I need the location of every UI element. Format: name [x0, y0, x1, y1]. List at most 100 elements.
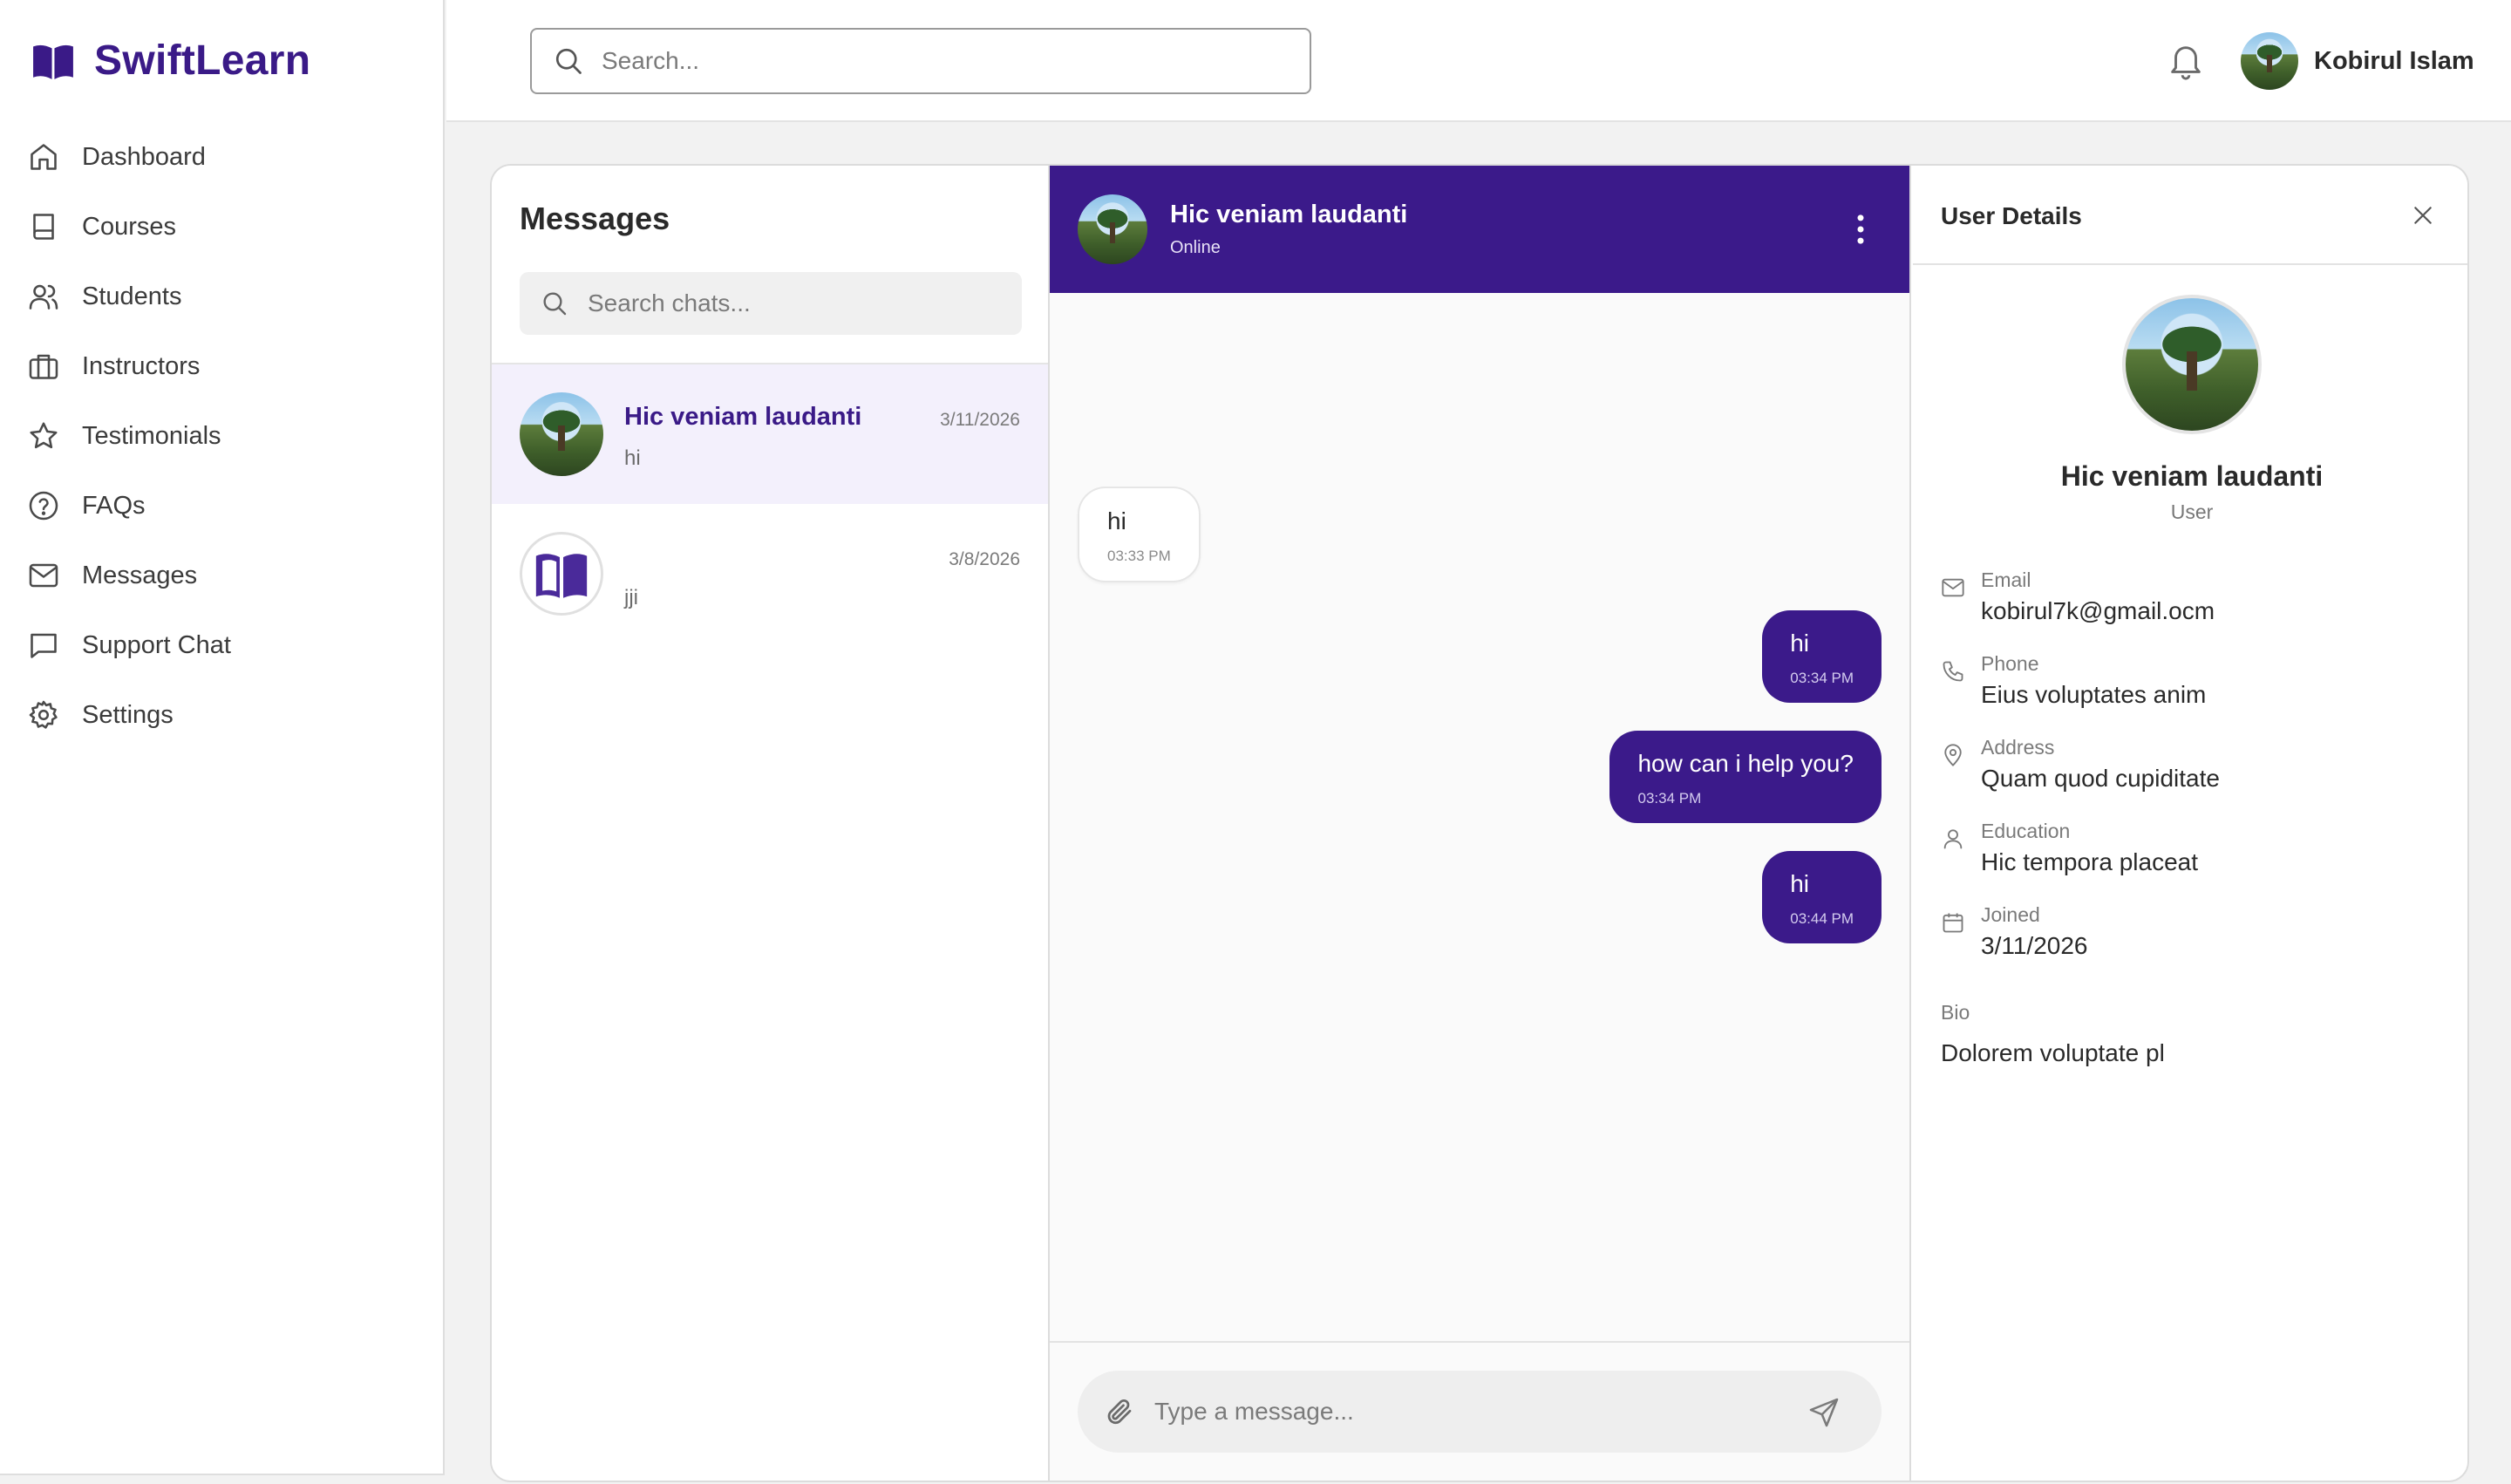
message-text: hi	[1107, 507, 1126, 534]
message-text: hi	[1790, 630, 1810, 657]
message-time: 03:44 PM	[1790, 910, 1854, 927]
chat-list-panel: Messages Hic veniam laudanti hi 3/11/202…	[492, 166, 1050, 1481]
user-details-panel: User Details Hic veniam laudanti User Em…	[1913, 166, 2467, 1481]
sidebar-item-support-chat[interactable]: Support Chat	[28, 610, 420, 680]
sidebar-item-dashboard[interactable]: Dashboard	[28, 122, 420, 192]
sidebar-item-faqs[interactable]: FAQs	[28, 471, 420, 541]
detail-joined: Joined 3/11/2026	[1941, 903, 2446, 960]
chat-preview: hi	[624, 446, 641, 470]
search-icon	[553, 45, 584, 77]
avatar[interactable]	[1078, 194, 1147, 264]
conversation-contact-name: Hic veniam laudanti	[1170, 201, 1408, 228]
bell-icon[interactable]	[2166, 40, 2206, 82]
message-time: 03:34 PM	[1637, 790, 1702, 807]
mail-icon	[28, 560, 59, 591]
star-icon	[28, 420, 59, 452]
sidebar-item-label: Settings	[82, 700, 174, 729]
topbar: Kobirul Islam	[446, 0, 2511, 122]
chat-search-input[interactable]	[588, 289, 1006, 317]
mail-icon	[1941, 575, 1965, 600]
brand[interactable]: SwiftLearn	[31, 37, 310, 85]
paperclip-icon[interactable]	[1104, 1396, 1135, 1427]
sidebar-item-label: Testimonials	[82, 421, 221, 450]
sidebar-item-label: Messages	[82, 561, 198, 589]
send-icon[interactable]	[1808, 1397, 1840, 1428]
user-menu[interactable]: Kobirul Islam	[2241, 32, 2474, 90]
message-bubble-incoming: hi 03:33 PM	[1078, 487, 1201, 582]
message-thread: hi 03:33 PM hi 03:34 PM how can i help y…	[1050, 293, 1909, 1481]
users-icon	[28, 281, 59, 312]
detail-label: Joined	[1981, 903, 2040, 926]
sidebar-item-messages[interactable]: Messages	[28, 541, 420, 610]
user-details-title: User Details	[1941, 202, 2082, 229]
help-circle-icon	[28, 490, 59, 521]
bio-text: Dolorem voluptate pl	[1941, 1039, 2165, 1066]
avatar	[520, 532, 603, 616]
user-details-header: User Details	[1913, 166, 2467, 265]
sidebar-nav: Dashboard Courses Students Instructors T…	[28, 122, 420, 750]
detail-address: Address Quam quod cupiditate	[1941, 736, 2446, 793]
detail-label: Phone	[1981, 652, 2039, 675]
sidebar-item-settings[interactable]: Settings	[28, 680, 420, 750]
online-status: Online	[1170, 238, 1221, 257]
chat-list: Hic veniam laudanti hi 3/11/2026 jji 3/8…	[492, 363, 1048, 643]
sidebar-item-testimonials[interactable]: Testimonials	[28, 401, 420, 471]
message-input[interactable]	[1154, 1398, 1782, 1426]
chat-list-item[interactable]: Hic veniam laudanti hi 3/11/2026	[492, 364, 1048, 504]
detail-value: Quam quod cupiditate	[1981, 765, 2220, 792]
global-search[interactable]	[530, 28, 1311, 94]
conversation-header: Hic veniam laudanti Online	[1050, 166, 1909, 293]
sidebar-item-students[interactable]: Students	[28, 262, 420, 331]
message-bubble-outgoing: hi 03:44 PM	[1762, 851, 1882, 943]
sidebar-item-label: Students	[82, 282, 182, 310]
close-icon[interactable]	[2412, 204, 2434, 227]
home-icon	[28, 141, 59, 173]
search-input[interactable]	[602, 47, 1282, 75]
brand-name: SwiftLearn	[94, 37, 311, 84]
chat-date: 3/11/2026	[940, 410, 1020, 430]
avatar	[2241, 32, 2298, 90]
detail-education: Education Hic tempora placeat	[1941, 820, 2446, 876]
detail-label: Email	[1981, 568, 2031, 591]
page-title: Messages	[520, 201, 670, 236]
chat-date: 3/8/2026	[949, 549, 1020, 569]
sidebar-item-label: Dashboard	[82, 142, 206, 171]
detail-label: Education	[1981, 820, 2071, 842]
user-name: Kobirul Islam	[2314, 46, 2474, 75]
gear-icon	[28, 699, 59, 731]
sidebar-item-courses[interactable]: Courses	[28, 192, 420, 262]
sidebar-item-label: Instructors	[82, 351, 201, 380]
sidebar: SwiftLearn Dashboard Courses Students In…	[0, 0, 445, 1475]
conversation-panel: Hic veniam laudanti Online hi 03:33 PM h…	[1050, 166, 1911, 1481]
logo-book-icon	[31, 39, 75, 83]
message-text: how can i help you?	[1637, 750, 1854, 777]
phone-icon	[1941, 659, 1965, 684]
sidebar-item-label: Support Chat	[82, 630, 231, 659]
sidebar-item-label: FAQs	[82, 491, 146, 520]
detail-value: Eius voluptates anim	[1981, 681, 2207, 708]
book-icon	[28, 211, 59, 242]
message-bubble-outgoing: hi 03:34 PM	[1762, 610, 1882, 703]
detail-value: Hic tempora placeat	[1981, 848, 2199, 875]
calendar-icon	[1941, 910, 1965, 935]
message-time: 03:33 PM	[1107, 548, 1171, 564]
detail-value: kobirul7k@gmail.ocm	[1981, 597, 2215, 624]
more-vertical-icon[interactable]	[1854, 211, 1868, 248]
user-icon	[1941, 827, 1965, 851]
message-bubble-outgoing: how can i help you? 03:34 PM	[1609, 731, 1882, 823]
chat-list-item[interactable]: jji 3/8/2026	[492, 504, 1048, 643]
book-icon	[531, 543, 592, 604]
briefcase-icon	[28, 351, 59, 382]
chat-icon	[28, 630, 59, 661]
sidebar-item-instructors[interactable]: Instructors	[28, 331, 420, 401]
detail-phone: Phone Eius voluptates anim	[1941, 652, 2446, 709]
sidebar-item-label: Courses	[82, 212, 176, 241]
chat-search[interactable]	[520, 272, 1022, 335]
profile-name: Hic veniam laudanti	[2060, 460, 2324, 492]
message-composer[interactable]	[1078, 1371, 1882, 1453]
bio-label: Bio	[1941, 1001, 1970, 1024]
detail-label: Address	[1981, 736, 2055, 759]
chat-preview: jji	[624, 586, 638, 609]
profile-role: User	[2170, 500, 2214, 523]
map-pin-icon	[1941, 743, 1965, 767]
